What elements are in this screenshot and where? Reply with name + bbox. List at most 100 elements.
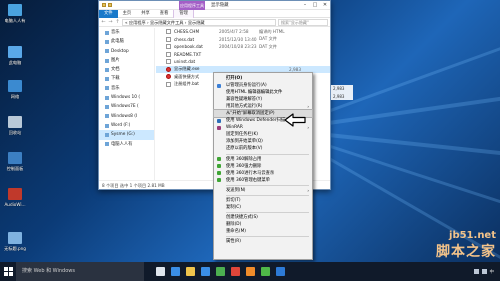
menu-item[interactable]: 重命名(M) [214,228,312,235]
menu-item[interactable]: 属性(R) [214,238,312,245]
title-bar[interactable]: 应用程序工具 显示隐藏 – □ ✕ [99,1,330,10]
menu-item[interactable]: 打开(O) [214,75,312,82]
up-icon[interactable]: ↑ [115,19,120,25]
desktop-item-icon [8,116,22,128]
search-input[interactable]: 搜索"显示隐藏" [278,18,328,26]
desktop-icon[interactable]: 控制面板 [0,152,30,171]
nav-item[interactable]: Windows8 (I [99,112,154,121]
app-orange-icon[interactable] [246,267,255,276]
nav-item[interactable]: 下载 [99,74,154,83]
nav-item[interactable]: 此电脑 [99,37,154,46]
nav-item[interactable]: 图片 [99,56,154,65]
menu-item-label: 剪切(T) [226,197,241,203]
menu-item[interactable]: 使用 360强力删除 [214,163,312,170]
menu-item-icon [217,83,221,88]
menu-item[interactable]: 复制(C) [214,204,312,211]
file-row[interactable]: uninst.dat [156,58,330,66]
taskbar: 搜索 Web 和 Windows 中 [0,262,500,281]
tab-home[interactable]: 主页 [118,10,137,18]
app-green-icon[interactable] [261,267,270,276]
nav-item[interactable]: 文档 [99,65,154,74]
file-name: README.TXT [174,51,202,57]
menu-item[interactable]: 添加到开始菜单(Q) [214,138,312,145]
file-row[interactable]: openbook.dat 2004/10/28 23:23 DAT 文件 [156,43,330,51]
quick-access-toolbar[interactable] [99,3,112,7]
menu-item[interactable]: 剪切(T) [214,197,312,204]
chrome-icon[interactable] [216,267,225,276]
start-button[interactable] [0,262,16,281]
drive-icon [105,105,109,110]
menu-item[interactable]: 发送到(N) › [214,187,312,194]
menu-item[interactable]: 创建快捷方式(S) [214,214,312,221]
menu-item[interactable]: 兼容性疑难解答(Y) [214,96,312,103]
desktop-item-icon [8,188,22,200]
drive-icon [105,77,109,82]
minimize-icon[interactable]: – [300,1,310,10]
nav-item-label: 下载 [111,76,120,82]
windows-logo-icon [3,267,13,276]
desktop-icon[interactable]: 网络 [0,80,30,99]
menu-item[interactable]: 使用 360解除占用 [214,156,312,163]
file-icon [166,59,171,65]
nav-item[interactable]: Word (F:) [99,121,154,130]
nav-item[interactable]: Sysme (G:) [99,130,154,140]
nav-item[interactable]: 电脑人人有 [99,140,154,149]
file-row[interactable]: CHESS.CHM 2005/4/7 2:58 编译的 HTML [156,28,330,36]
file-date: 2004/10/28 23:23 [219,44,257,50]
desktop-icon[interactable]: 无标题.png [0,232,30,251]
nav-item-label: 电脑人人有 [111,141,133,147]
tab-view[interactable]: 查看 [155,10,174,18]
desktop-icon[interactable]: 回收站 [0,116,30,135]
nav-item[interactable]: 音乐 [99,28,154,37]
file-name: CHESS.CHM [174,29,200,35]
nav-item[interactable]: Windows 10 ( [99,93,154,102]
app-blue-icon[interactable] [276,267,285,276]
forward-icon[interactable]: → [108,19,113,25]
nav-item[interactable]: 音乐 [99,84,154,93]
address-bar[interactable]: « 应用程序 › 显示隐藏文件工具 › 显示隐藏 [122,18,276,26]
drive-icon [105,86,109,91]
folder-icon[interactable] [108,3,112,7]
desktop-icon[interactable]: 电脑人人有 [0,4,30,23]
menu-item[interactable]: 固定到任务栏(K) [214,131,312,138]
file-row[interactable]: chess.dat 2015/12/30 13:40 DAT 文件 [156,36,330,44]
back-icon[interactable]: ← [101,19,106,25]
tab-file[interactable]: 文件 [99,9,118,18]
pointer-arrow-icon [284,113,306,127]
file-icon [166,74,171,80]
menu-item-label: 从"开始"屏幕取消固定(P) [226,111,275,117]
task-view-icon[interactable] [156,267,165,276]
tab-manage[interactable]: 管理 [173,9,194,18]
desktop-icon[interactable]: 此电脑 [0,46,30,65]
menu-item[interactable]: 还原以前的版本(V) [214,145,312,152]
menu-item[interactable]: 使用 360进行木马云查杀 [214,170,312,177]
input-method[interactable]: 中 [490,269,495,275]
file-row[interactable]: README.TXT [156,51,330,59]
watermark-line1: jb51.net [449,230,496,241]
menu-item[interactable]: 用其他方式运行(R) › [214,103,312,110]
taskbar-search[interactable]: 搜索 Web 和 Windows [16,262,144,281]
desktop-icon[interactable]: AudioWi... [0,188,30,207]
network-icon[interactable] [473,269,479,274]
menu-item[interactable]: 使用 360管理右键菜单 [214,177,312,184]
menu-item[interactable]: 删除(D) [214,221,312,228]
volume-icon[interactable] [481,269,487,274]
tab-share[interactable]: 共享 [136,10,155,18]
menu-item[interactable]: 以管理员身份运行(A) [214,82,312,89]
desktop-item-icon [8,80,22,92]
context-tab-app-tools[interactable]: 应用程序工具 [179,1,205,10]
folder-icon[interactable] [102,3,106,7]
menu-item[interactable]: 使用HTML 编辑器编辑此文件 [214,89,312,96]
drive-icon [105,39,109,44]
nav-item[interactable]: Desktop [99,47,154,56]
drive-icon [105,58,109,63]
drive-icon [105,123,109,128]
app-red-icon[interactable] [231,267,240,276]
close-icon[interactable]: ✕ [320,1,330,10]
explorer-icon[interactable] [186,267,195,276]
edge-icon[interactable] [171,267,180,276]
nav-item[interactable]: Windows7E ( [99,102,154,111]
maximize-icon[interactable]: □ [310,1,320,10]
store-icon[interactable] [201,267,210,276]
desktop-icon-label: 此电脑 [8,60,22,65]
